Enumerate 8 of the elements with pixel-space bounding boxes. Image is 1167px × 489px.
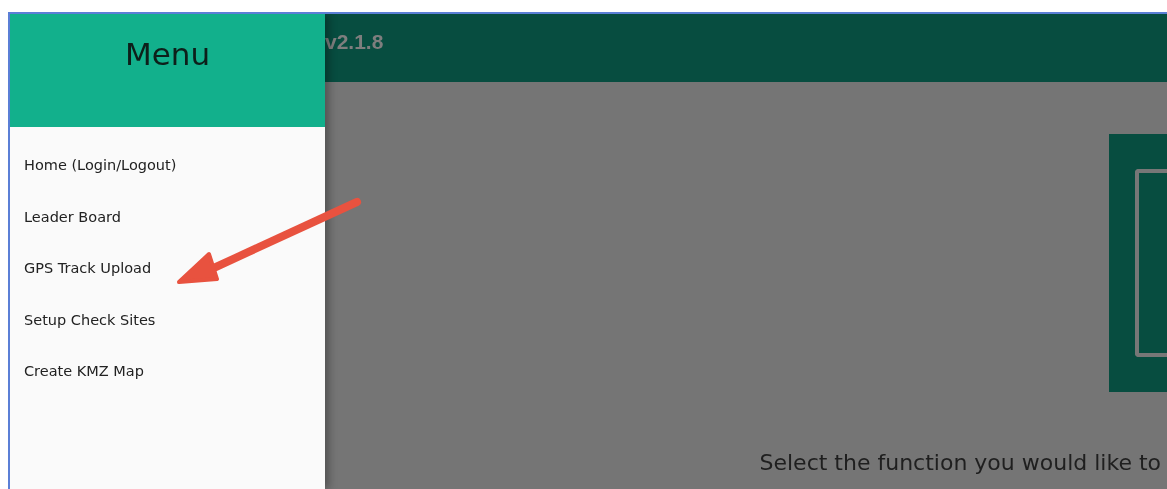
menu-item[interactable]: Home (Login/Logout) [10, 147, 325, 199]
menu-item[interactable]: Leader Board [10, 198, 325, 250]
menu-item[interactable]: Create KMZ Map [10, 353, 325, 405]
version-label: v2.1.8 [325, 30, 384, 54]
menu-title: Menu [124, 36, 211, 72]
prompt-text: Select the function you would like to [759, 450, 1161, 475]
menu-item[interactable]: Setup Check Sites [10, 301, 325, 353]
menu-item[interactable]: GPS Track Upload [10, 250, 325, 302]
